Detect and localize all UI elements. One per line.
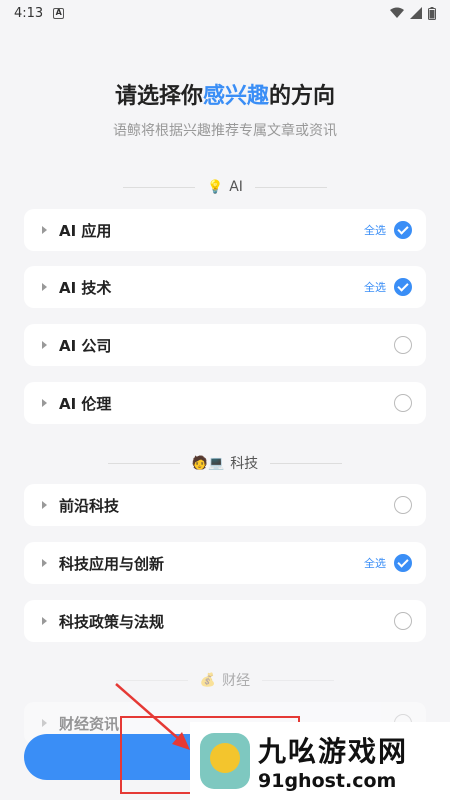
interest-label: 科技应用与创新 bbox=[59, 554, 165, 573]
interest-row-tech-policy[interactable]: 科技政策与法规 bbox=[24, 600, 426, 642]
title-suffix: 的方向 bbox=[269, 84, 336, 109]
interest-label: AI 伦理 bbox=[59, 394, 112, 413]
divider bbox=[254, 186, 327, 188]
select-all-button[interactable]: 全选 bbox=[364, 222, 386, 238]
select-all-button[interactable]: 全选 bbox=[364, 555, 386, 571]
title-highlight: 感兴趣 bbox=[202, 84, 269, 109]
interest-row-ai-tech[interactable]: AI 技术 全选 bbox=[24, 266, 426, 308]
title-prefix: 请选择你 bbox=[114, 84, 203, 109]
watermark-text: 九吆游戏网 91ghost.com bbox=[258, 730, 408, 792]
status-icons bbox=[390, 6, 436, 20]
watermark-name: 九吆游戏网 bbox=[258, 735, 409, 768]
check-icon[interactable] bbox=[394, 221, 412, 239]
lightbulb-icon: 💡 bbox=[207, 179, 224, 195]
interest-row-ai-app[interactable]: AI 应用 全选 bbox=[24, 209, 426, 251]
expand-arrow-icon[interactable] bbox=[42, 501, 47, 509]
expand-arrow-icon[interactable] bbox=[42, 226, 47, 234]
page-subtitle: 语鲸将根据兴趣推荐专属文章或资讯 bbox=[113, 123, 337, 139]
checkbox-circle-icon[interactable] bbox=[394, 612, 412, 630]
status-time: 4:13 bbox=[14, 5, 44, 21]
interest-row-ai-company[interactable]: AI 公司 bbox=[24, 324, 426, 366]
expand-arrow-icon[interactable] bbox=[42, 719, 47, 727]
site-watermark: 九吆游戏网 91ghost.com bbox=[190, 722, 450, 800]
interest-row-tech-innovation[interactable]: 科技应用与创新 全选 bbox=[24, 542, 426, 584]
checkbox-circle-icon[interactable] bbox=[394, 394, 412, 412]
interest-label: 前沿科技 bbox=[59, 496, 120, 515]
interest-label: 科技政策与法规 bbox=[59, 612, 165, 631]
expand-arrow-icon[interactable] bbox=[42, 341, 47, 349]
checkbox-circle-icon[interactable] bbox=[394, 336, 412, 354]
signal-icon bbox=[410, 7, 422, 19]
watermark-logo bbox=[200, 733, 250, 789]
divider bbox=[270, 462, 343, 464]
divider bbox=[123, 186, 196, 188]
divider bbox=[107, 462, 180, 464]
interest-label: AI 应用 bbox=[59, 221, 112, 240]
technologist-icon: 🧑💻 bbox=[191, 455, 225, 471]
divider bbox=[262, 679, 335, 681]
expand-arrow-icon[interactable] bbox=[42, 559, 47, 567]
notification-icon: A bbox=[53, 7, 65, 19]
section-title: 科技 bbox=[230, 456, 259, 472]
section-header-finance: 💰 财经 bbox=[0, 669, 450, 691]
page-title: 请选择你感兴趣的方向 bbox=[0, 78, 450, 110]
status-bar: 4:13 A bbox=[0, 0, 450, 26]
checkbox-circle-icon[interactable] bbox=[394, 496, 412, 514]
section-title: 财经 bbox=[222, 673, 251, 689]
interest-label: AI 技术 bbox=[59, 278, 112, 297]
expand-arrow-icon[interactable] bbox=[42, 617, 47, 625]
select-all-button[interactable]: 全选 bbox=[364, 279, 386, 295]
check-icon[interactable] bbox=[394, 278, 412, 296]
section-header-ai: 💡 AI bbox=[0, 176, 450, 198]
interest-row-ai-ethics[interactable]: AI 伦理 bbox=[24, 382, 426, 424]
wifi-icon bbox=[390, 7, 404, 18]
check-icon[interactable] bbox=[394, 554, 412, 572]
expand-arrow-icon[interactable] bbox=[42, 399, 47, 407]
battery-icon bbox=[428, 6, 436, 20]
watermark-url: 91ghost.com bbox=[258, 770, 397, 792]
expand-arrow-icon[interactable] bbox=[42, 283, 47, 291]
interest-label: AI 公司 bbox=[59, 336, 112, 355]
interest-row-frontier-tech[interactable]: 前沿科技 bbox=[24, 484, 426, 526]
section-title: AI bbox=[229, 179, 243, 195]
section-header-tech: 🧑💻 科技 bbox=[0, 452, 450, 474]
money-bag-icon: 💰 bbox=[199, 672, 217, 688]
